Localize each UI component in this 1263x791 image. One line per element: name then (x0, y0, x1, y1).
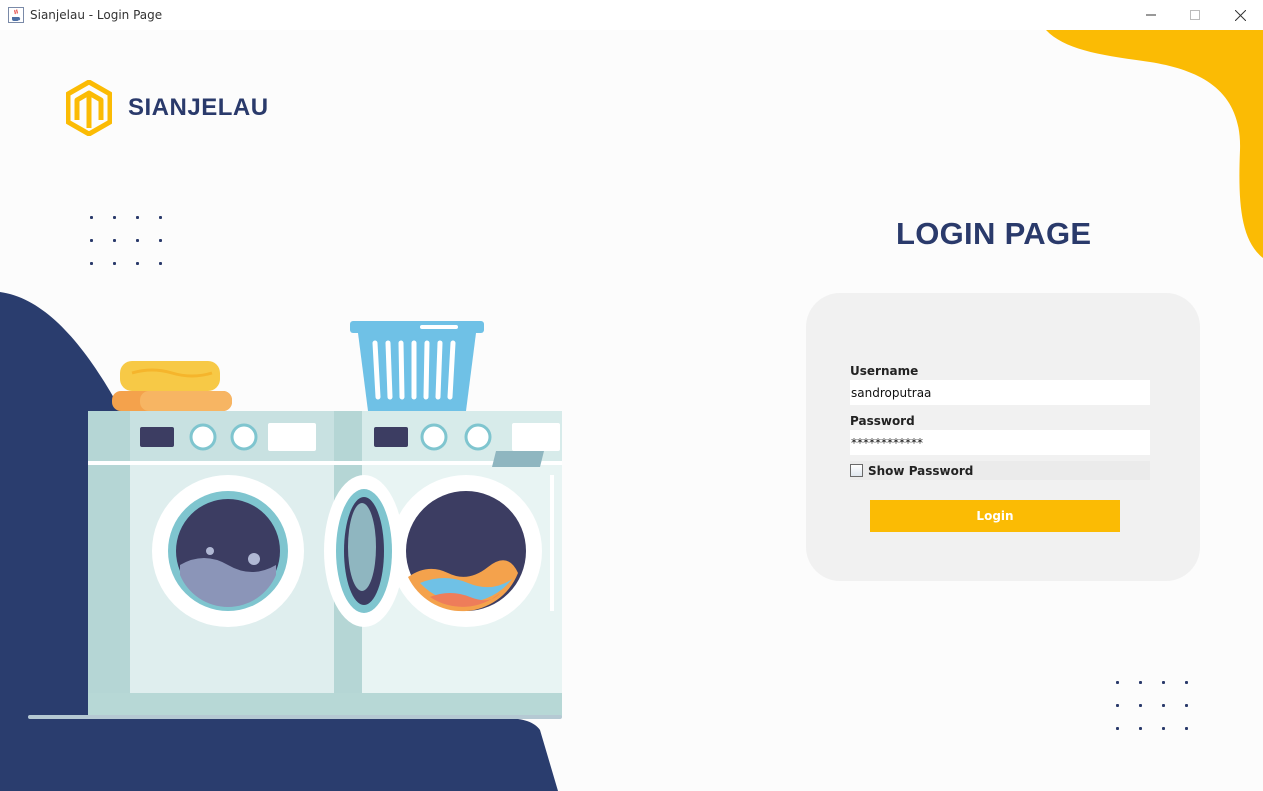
maximize-button[interactable] (1172, 0, 1218, 30)
hexagon-m-logo-icon (66, 80, 112, 136)
brand-logo: SIANJELAU (66, 80, 269, 136)
brand-name: SIANJELAU (128, 94, 269, 121)
maximize-icon (1190, 10, 1200, 20)
show-password-label: Show Password (868, 463, 974, 478)
close-button[interactable] (1217, 0, 1263, 30)
dot-grid-top (90, 216, 163, 266)
minimize-button[interactable] (1128, 0, 1174, 30)
username-field[interactable] (850, 380, 1150, 405)
login-button[interactable]: Login (870, 500, 1120, 532)
login-window: Sianjelau - Login Page SIANJELAU LOGIN P… (0, 0, 1263, 791)
username-label: Username (850, 364, 919, 378)
password-field[interactable] (850, 430, 1150, 455)
title-bar: Sianjelau - Login Page (0, 0, 1263, 30)
checkbox-box[interactable] (850, 464, 863, 477)
page-title: LOGIN PAGE (896, 216, 1092, 251)
minimize-icon (1146, 14, 1156, 16)
close-icon (1234, 9, 1246, 21)
show-password-checkbox[interactable]: Show Password (850, 461, 1150, 480)
dot-grid-bottom (1116, 681, 1189, 731)
laundry-illustration (28, 321, 562, 719)
login-form-card: Username Password Show Password Login (806, 293, 1200, 581)
window-title: Sianjelau - Login Page (30, 8, 163, 22)
password-label: Password (850, 414, 915, 428)
java-cup-icon (8, 7, 24, 23)
